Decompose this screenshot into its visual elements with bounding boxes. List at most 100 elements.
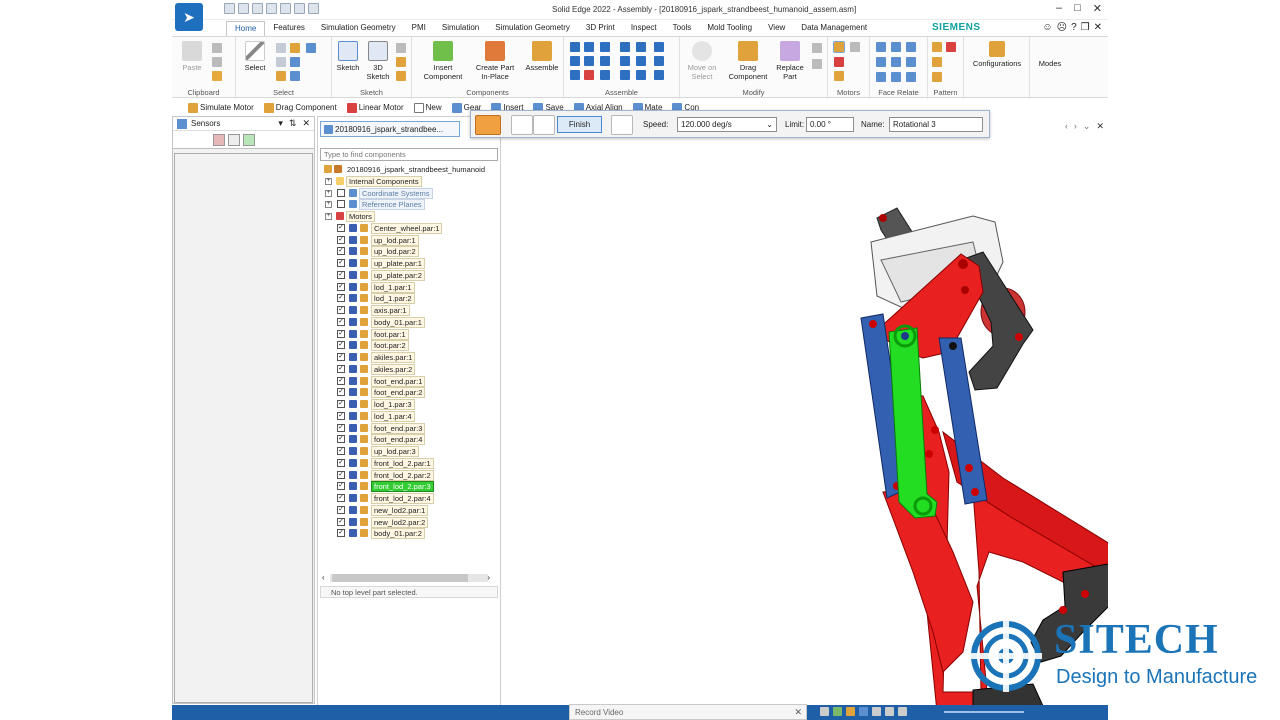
tree-folder-internal-components[interactable]: + Internal Components [320,175,502,188]
tab-view[interactable]: View [760,21,793,36]
tree-part[interactable]: ✓ akiles.par:2 [320,363,502,376]
new-file-icon[interactable] [224,3,235,14]
simulate-motor-icon[interactable] [834,71,844,81]
relationship-icon[interactable] [600,56,610,66]
view-icon[interactable] [898,707,907,716]
zoom-slider[interactable] [944,711,1024,713]
expand-icon[interactable]: + [325,189,332,197]
linear-motor-icon[interactable] [834,57,844,67]
checkbox[interactable]: ✓ [337,247,345,256]
linear-motor-command[interactable]: Linear Motor [346,102,404,113]
modes-button[interactable]: Modes [1032,59,1068,68]
checkbox[interactable]: ✓ [337,294,345,303]
relationship-icon[interactable] [584,42,594,52]
sketch-tool-icon[interactable] [396,71,406,81]
view-icon[interactable] [820,707,829,716]
motor-select-icon[interactable] [511,115,533,135]
undo-icon[interactable] [294,3,305,14]
tree-part[interactable]: ✓ foot.par:1 [320,328,502,341]
checkbox[interactable]: ✓ [337,447,345,455]
open-folder-icon[interactable] [238,3,249,14]
tree-part[interactable]: ✓ foot.par:2 [320,340,502,352]
maximize-icon[interactable]: □ [1074,2,1081,15]
select-tool-icon[interactable] [306,43,316,53]
relationship-icon[interactable] [636,42,646,52]
create-part-in-place-button[interactable]: Create Part In-Place [470,41,520,81]
record-video-panel[interactable]: Record Video ✕ [569,704,807,720]
checkbox[interactable]: ✓ [337,259,345,267]
tab-3d-print[interactable]: 3D Print [578,21,623,36]
drag-component-command[interactable]: Drag Component [263,102,337,113]
close-icon[interactable]: ✕ [1096,121,1104,132]
face-relate-icon[interactable] [906,57,916,67]
checkbox[interactable]: ✓ [337,423,345,432]
checkbox[interactable]: ✓ [337,329,345,338]
speed-field[interactable]: 120.000 deg/s ⌄ [677,117,777,132]
face-relate-icon[interactable] [891,72,901,82]
relationship-icon[interactable] [570,70,580,80]
replace-part-button[interactable]: Replace Part [772,41,808,81]
chevron-down-icon[interactable]: ⌄ [766,120,773,129]
chevron-down-icon[interactable]: ⌄ [1083,121,1091,132]
scroll-left-icon[interactable]: ‹ [322,573,325,582]
tree-part[interactable]: ✓ up_lod.par:1 [320,234,502,247]
checkbox[interactable]: ✓ [337,270,345,279]
previous-icon[interactable]: ‹ [1065,121,1068,132]
checkbox[interactable]: ✓ [337,435,345,444]
rotational-motor-icon[interactable] [833,41,845,53]
view-icon[interactable] [833,707,842,716]
sketch-button[interactable]: Sketch [334,41,362,72]
add-sensor-icon[interactable] [213,133,225,146]
close-icon[interactable]: ✕ [794,707,802,718]
pin-icon[interactable]: ⇅ [289,118,297,129]
tree-part[interactable]: ✓ front_lod_2.par:4 [320,493,502,505]
checkbox[interactable]: ✓ [337,482,345,491]
checkbox[interactable]: ✓ [337,235,345,244]
tree-part[interactable]: ✓ foot_end.par:4 [320,434,502,446]
relationship-icon[interactable] [654,56,664,66]
relationship-icon[interactable] [600,42,610,52]
relationship-icon[interactable] [570,42,580,52]
sketch-tool-icon[interactable] [396,43,406,53]
select-tool-icon[interactable] [290,43,300,53]
relationship-icon[interactable] [584,70,594,80]
relationship-icon[interactable] [620,70,630,80]
relationship-icon[interactable] [600,70,610,80]
checkbox[interactable] [337,200,345,209]
3d-sketch-button[interactable]: 3D Sketch [364,41,392,81]
checkbox[interactable]: ✓ [337,364,345,373]
properties-icon[interactable] [280,3,291,14]
checkbox[interactable]: ✓ [337,376,345,385]
face-relate-icon[interactable] [891,57,901,67]
face-relate-icon[interactable] [876,42,886,52]
checkbox[interactable]: ✓ [337,317,345,326]
sketch-tool-icon[interactable] [396,57,406,67]
checkbox[interactable]: ✓ [337,517,345,526]
new-command[interactable]: New [413,102,442,113]
pattern-icon[interactable] [932,42,942,52]
tree-part[interactable]: ✓ new_lod2.par:1 [320,504,502,517]
tree-part[interactable]: ✓ new_lod2.par:2 [320,516,502,529]
insert-component-button[interactable]: Insert Component [418,41,468,81]
tree-part[interactable]: ✓ front_lod_2.par:2 [320,469,502,482]
redo-icon[interactable] [308,3,319,14]
scroll-thumb[interactable] [332,574,468,582]
motor-tool-icon[interactable] [850,42,860,52]
tree-part[interactable]: ✓ akiles.par:1 [320,352,502,364]
tree-part[interactable]: ✓ front_lod_2.par:1 [320,457,502,470]
horizontal-scrollbar[interactable]: ‹ › [320,573,498,583]
minimize-icon[interactable]: – [1056,2,1062,15]
dropdown-icon[interactable]: ▾ [278,118,283,129]
tree-folder-coordinate-systems[interactable]: + Coordinate Systems [320,187,502,200]
tree-part[interactable]: ✓ Center_wheel.par:1 [320,222,502,235]
checkbox[interactable]: ✓ [337,411,345,420]
finish-button[interactable]: Finish [557,116,602,133]
application-menu-button[interactable]: ➤ [175,3,203,31]
pattern-icon[interactable] [932,72,942,82]
checkbox[interactable] [337,188,345,197]
tab-simulation-geometry-2[interactable]: Simulation Geometry [487,21,578,36]
tab-data-management[interactable]: Data Management [793,21,875,36]
sensor-refresh-icon[interactable] [243,133,255,146]
select-tool-icon[interactable] [290,57,300,67]
scroll-right-icon[interactable]: › [487,573,490,582]
